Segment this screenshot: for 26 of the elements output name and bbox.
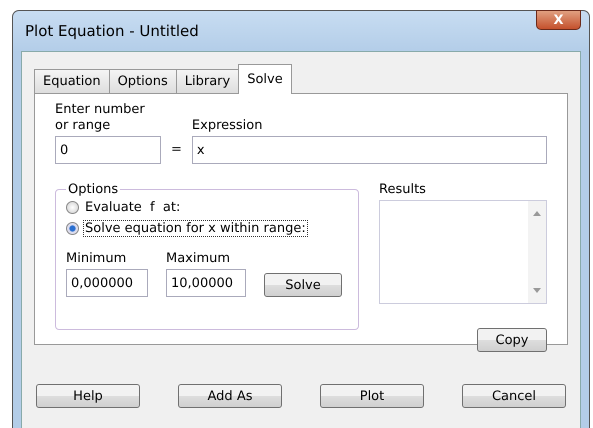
tab[interactable]: Library xyxy=(176,69,240,93)
maximum-label: Maximum xyxy=(166,251,232,267)
range-label: Enter number or range xyxy=(55,102,146,134)
tab[interactable]: Options xyxy=(108,69,177,93)
group-title: Options xyxy=(67,182,120,197)
scroll-up-icon[interactable] xyxy=(533,211,541,216)
radio-option[interactable]: Evaluate f at: xyxy=(66,199,348,216)
tab[interactable]: Equation xyxy=(34,69,110,93)
window-title: Plot Equation - Untitled xyxy=(25,22,199,40)
range-input[interactable]: 0 xyxy=(55,136,161,164)
expression-input[interactable]: x xyxy=(192,136,547,164)
scroll-down-icon[interactable] xyxy=(533,288,541,293)
minimum-label: Minimum xyxy=(66,251,128,267)
dialog-button[interactable]: Cancel xyxy=(462,384,566,408)
solve-button[interactable]: Solve xyxy=(264,273,342,297)
dialog-button[interactable]: Help xyxy=(36,384,140,408)
minimum-input[interactable]: 0,000000 xyxy=(66,269,148,297)
dialog-button[interactable]: Add As xyxy=(178,384,282,408)
copy-button[interactable]: Copy xyxy=(477,328,547,352)
results-list[interactable] xyxy=(379,200,547,304)
tab[interactable]: Solve xyxy=(238,64,292,94)
results-label: Results xyxy=(379,182,427,198)
dialog-button[interactable]: Plot xyxy=(320,384,424,408)
expression-label: Expression xyxy=(192,118,264,134)
equals-sign: = xyxy=(171,141,182,159)
maximum-input[interactable]: 10,00000 xyxy=(166,269,246,297)
